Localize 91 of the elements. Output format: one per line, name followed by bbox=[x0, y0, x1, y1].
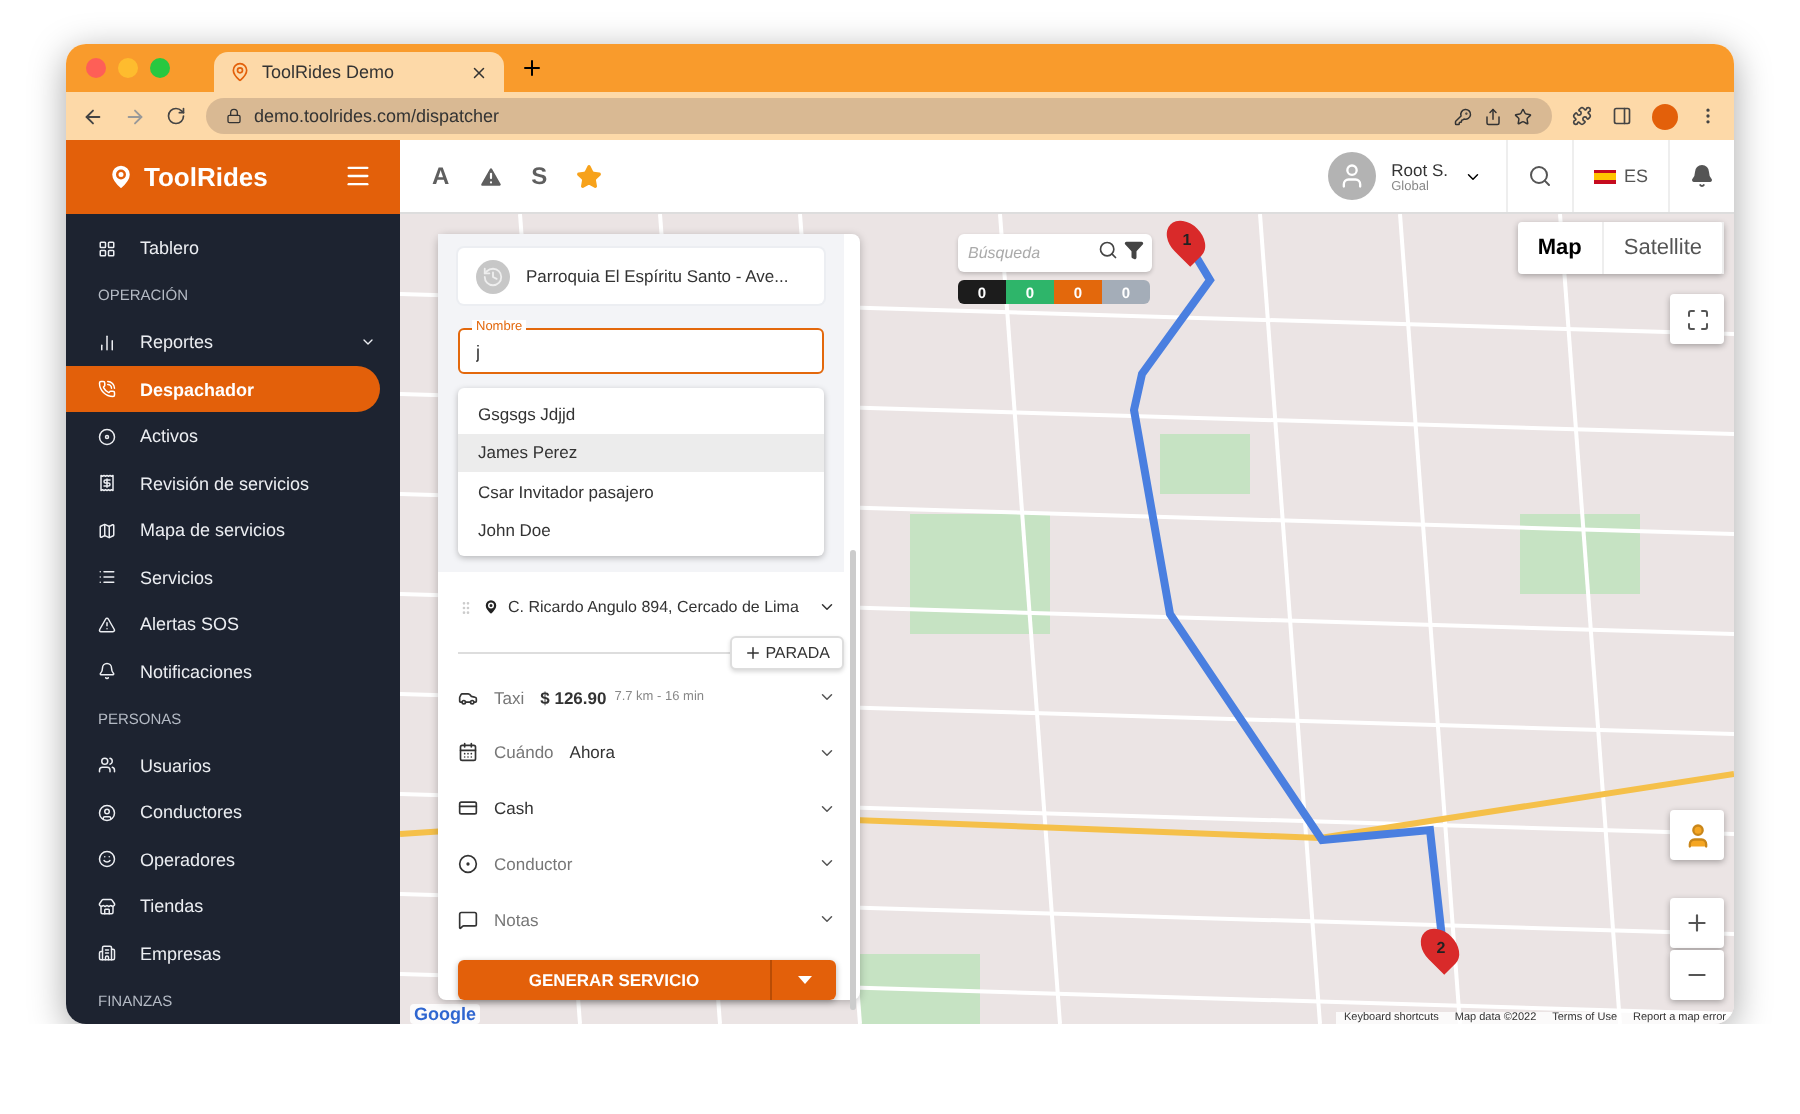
avatar-icon bbox=[1327, 152, 1376, 200]
suggestion-item[interactable]: John Doe bbox=[458, 511, 824, 550]
option-row[interactable]: Conductor bbox=[438, 836, 844, 892]
menu-icon[interactable] bbox=[344, 162, 372, 191]
add-stop-button[interactable]: PARADA bbox=[729, 635, 844, 670]
search-field[interactable]: Búsqueda bbox=[958, 234, 1152, 272]
flag-icon bbox=[1593, 169, 1616, 183]
quick-action[interactable]: S bbox=[531, 162, 548, 190]
menu-item-icon bbox=[98, 380, 116, 399]
map-type-tab[interactable]: Map bbox=[1517, 222, 1604, 274]
plus-icon bbox=[743, 643, 762, 662]
option-row[interactable]: Cash bbox=[438, 780, 844, 836]
search-icon bbox=[1527, 164, 1552, 188]
menu-item-icon bbox=[98, 756, 116, 775]
menu-item-icon bbox=[98, 615, 116, 634]
menu-item-icon bbox=[98, 239, 116, 258]
option-row[interactable]: Notas bbox=[438, 891, 844, 947]
language-button[interactable]: ES bbox=[1571, 140, 1668, 212]
plus-icon bbox=[1684, 910, 1710, 936]
destination-field[interactable]: C. Ricardo Angulo 894, Cercado de Lima bbox=[438, 580, 844, 636]
option-icon bbox=[458, 742, 478, 763]
menu-item-icon bbox=[98, 662, 116, 681]
option-icon bbox=[458, 798, 478, 819]
user-name: Root S. bbox=[1391, 159, 1448, 179]
history-icon bbox=[476, 259, 510, 293]
menu-item-icon bbox=[98, 474, 116, 493]
puzzle-icon[interactable] bbox=[1572, 106, 1592, 126]
browser-tab[interactable]: ToolRides Demo bbox=[214, 52, 504, 92]
logo-icon bbox=[106, 161, 136, 192]
option-row[interactable]: Cuándo Ahora bbox=[438, 725, 844, 781]
sidebar-item[interactable]: Mapa de servicios bbox=[66, 506, 400, 554]
warning-icon[interactable] bbox=[477, 163, 504, 189]
menu-item-icon bbox=[98, 521, 116, 540]
menu-item-icon bbox=[98, 803, 116, 822]
sidebar-item[interactable]: Usuarios bbox=[66, 741, 400, 789]
street-view-button[interactable] bbox=[1670, 810, 1724, 860]
generate-service-button[interactable]: GENERAR SERVICIO bbox=[458, 959, 770, 1000]
side-panel-icon[interactable] bbox=[1612, 106, 1632, 126]
origin-field[interactable]: Parroquia El Espíritu Santo - Ave... bbox=[458, 248, 824, 304]
star-icon[interactable] bbox=[1514, 107, 1532, 125]
sidebar-item[interactable]: Notificaciones bbox=[66, 647, 400, 695]
address-field[interactable]: demo.toolrides.com/dispatcher bbox=[206, 98, 1552, 134]
search-icon[interactable] bbox=[1098, 240, 1118, 260]
sidebar-item[interactable]: Alertas SOS bbox=[66, 600, 400, 648]
sidebar-item[interactable]: Tablero bbox=[66, 224, 400, 272]
sidebar-item[interactable]: Revisión de servicios bbox=[66, 459, 400, 507]
name-field[interactable]: j bbox=[458, 328, 824, 374]
sidebar-item[interactable]: Operadores bbox=[66, 835, 400, 883]
bell-icon bbox=[1690, 164, 1714, 188]
menu-item-icon bbox=[98, 333, 116, 352]
fullscreen-button[interactable] bbox=[1670, 294, 1724, 344]
option-icon bbox=[458, 853, 478, 874]
menu-item-icon bbox=[98, 568, 116, 587]
caret-icon bbox=[797, 976, 811, 984]
back-icon[interactable] bbox=[82, 105, 104, 127]
menu-item-icon bbox=[98, 944, 116, 963]
dropdown-button[interactable] bbox=[770, 959, 836, 1000]
key-icon[interactable] bbox=[1454, 107, 1472, 125]
suggestion-item[interactable]: James Perez bbox=[458, 433, 824, 472]
menu-item-icon bbox=[98, 427, 116, 446]
option-icon bbox=[458, 687, 478, 708]
sidebar-item[interactable]: Despachador bbox=[66, 365, 380, 413]
profile-icon[interactable] bbox=[1652, 103, 1678, 129]
lock-icon bbox=[226, 108, 242, 124]
sidebar-item[interactable]: Empresas bbox=[66, 929, 400, 977]
map-type-tab[interactable]: Satellite bbox=[1603, 222, 1724, 274]
close-icon[interactable] bbox=[470, 63, 488, 81]
suggestion-item[interactable]: Csar Invitador pasajero bbox=[458, 472, 824, 511]
pin-icon bbox=[482, 598, 500, 617]
map-logo: Google bbox=[410, 1004, 480, 1024]
star-icon[interactable] bbox=[575, 163, 602, 189]
zoom-in-button[interactable] bbox=[1670, 898, 1724, 948]
quick-action[interactable]: A bbox=[432, 162, 450, 190]
menu-item-icon bbox=[98, 850, 116, 869]
menu-item-icon bbox=[98, 897, 116, 916]
sidebar-item[interactable]: Servicios bbox=[66, 553, 400, 601]
new-tab-icon[interactable] bbox=[520, 56, 544, 80]
fullscreen-icon bbox=[1685, 307, 1709, 331]
share-icon[interactable] bbox=[1484, 107, 1502, 125]
filter-icon[interactable] bbox=[1124, 240, 1144, 260]
sidebar-item[interactable]: Activos bbox=[66, 412, 400, 460]
suggestion-item[interactable]: Gsgsgs Jdjjd bbox=[458, 394, 824, 433]
option-icon bbox=[458, 909, 478, 930]
person-icon bbox=[1683, 821, 1711, 849]
reload-icon[interactable] bbox=[166, 106, 186, 126]
sidebar-item[interactable]: Tiendas bbox=[66, 882, 400, 930]
sidebar-item[interactable]: Reportes bbox=[66, 318, 400, 366]
pin-icon bbox=[230, 62, 250, 82]
drag-handle-icon[interactable] bbox=[458, 599, 474, 616]
brand-name: ToolRides bbox=[144, 161, 268, 192]
sidebar-item[interactable]: Conductores bbox=[66, 788, 400, 836]
